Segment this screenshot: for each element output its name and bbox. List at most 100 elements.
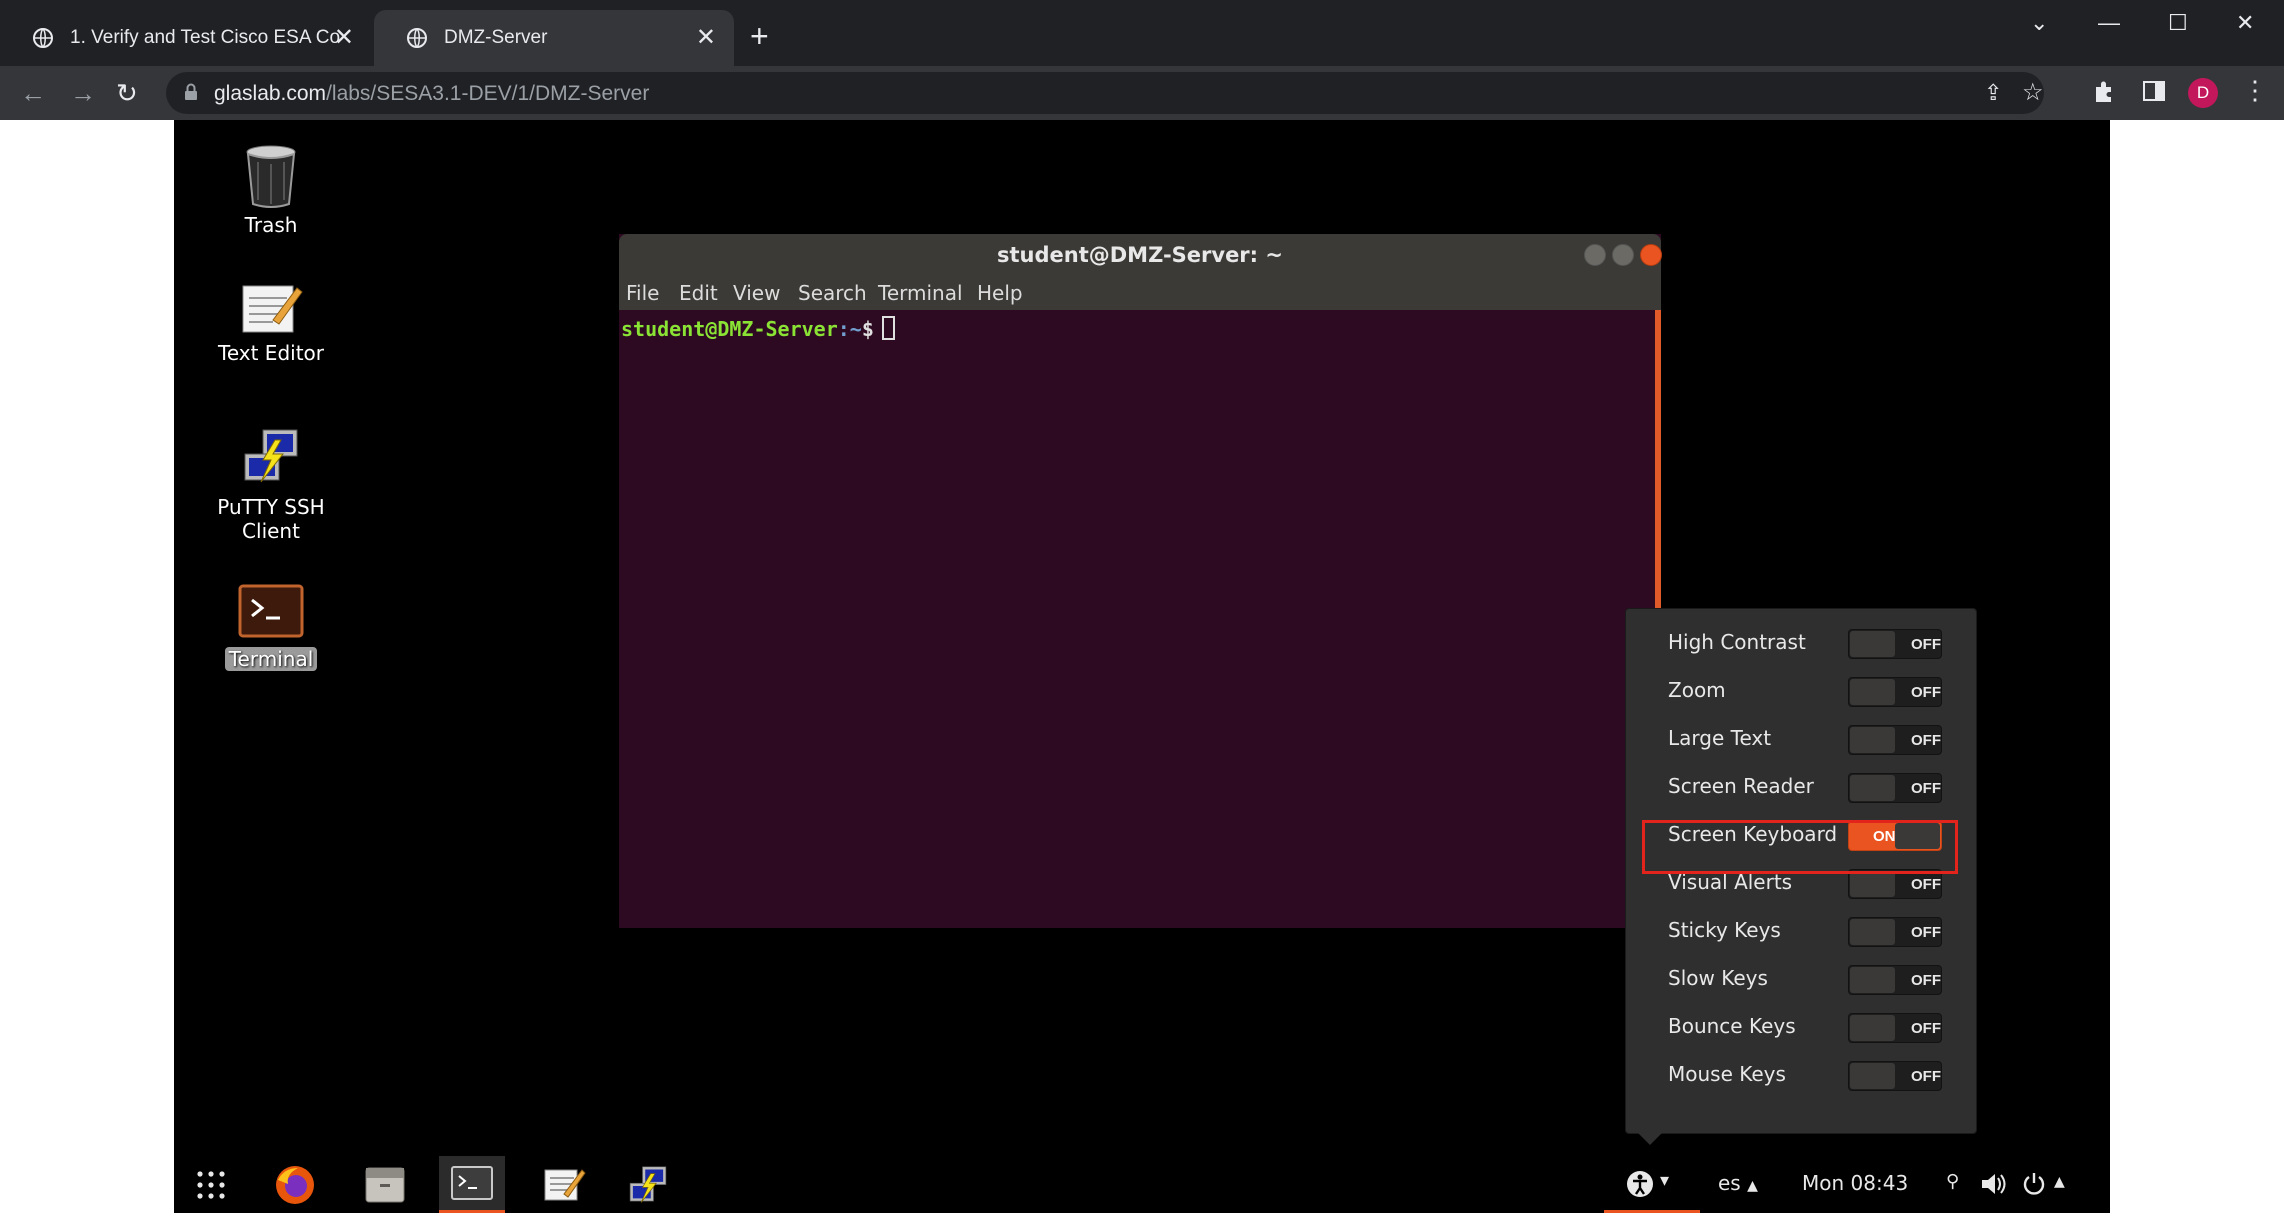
browser-tab-dmz-server[interactable]: DMZ-Server ✕ (374, 10, 734, 66)
address-bar[interactable]: glaslab.com/labs/SESA3.1-DEV/1/DMZ-Serve… (166, 72, 2044, 114)
menu-terminal[interactable]: Terminal (878, 281, 963, 305)
desktop-icon-label: PuTTY SSH (217, 495, 325, 519)
a11y-item-label: Bounce Keys (1668, 1014, 1796, 1038)
power-icon[interactable] (2022, 1172, 2046, 1196)
close-tab-icon[interactable]: ✕ (334, 26, 354, 50)
accessibility-icon (1627, 1171, 1653, 1197)
toggle-switch[interactable]: OFF (1848, 965, 1942, 995)
close-tab-icon[interactable]: ✕ (696, 26, 716, 50)
share-icon[interactable]: ⇪ (1984, 80, 2002, 106)
url-path: /labs/SESA3.1-DEV/1/DMZ-Server (326, 82, 650, 105)
toggle-switch[interactable]: OFF (1848, 677, 1942, 707)
desktop-icon-trash[interactable]: Trash (196, 144, 346, 237)
a11y-item-high-contrast[interactable]: High Contrast OFF (1626, 619, 1978, 667)
extensions-icon[interactable] (2092, 79, 2116, 105)
highlight-box (1642, 820, 1958, 874)
terminal-body[interactable]: student@DMZ-Server:~$ (619, 310, 1661, 928)
network-status-icon[interactable]: ⚲ (1946, 1171, 1959, 1192)
forward-icon[interactable]: → (70, 78, 96, 108)
toggle-switch[interactable]: OFF (1848, 917, 1942, 947)
browser-toolbar: ← → ↻ glaslab.com/labs/SESA3.1-DEV/1/DMZ… (0, 66, 2284, 120)
toggle-switch[interactable]: OFF (1848, 1013, 1942, 1043)
lock-icon (185, 83, 197, 100)
trash-icon (246, 145, 296, 208)
browser-tab-esa[interactable]: 1. Verify and Test Cisco ESA Config ✕ (0, 10, 372, 66)
back-icon[interactable]: ← (20, 78, 46, 108)
clock[interactable]: Mon 08:43 (1802, 1171, 1908, 1195)
a11y-item-label: High Contrast (1668, 630, 1806, 654)
side-panel-icon[interactable] (2142, 79, 2166, 103)
bookmark-star-icon[interactable]: ☆ (2022, 78, 2044, 107)
a11y-item-sticky-keys[interactable]: Sticky Keys OFF (1626, 907, 1978, 955)
a11y-item-bounce-keys[interactable]: Bounce Keys OFF (1626, 1003, 1978, 1051)
a11y-item-label: Zoom (1668, 678, 1726, 702)
browser-tab-bar: 1. Verify and Test Cisco ESA Config ✕ DM… (0, 0, 2284, 66)
prompt-user: student@DMZ-Server (621, 317, 838, 341)
desktop-icon-label: Client (242, 519, 300, 543)
maximize-icon[interactable] (1612, 244, 1634, 266)
firefox-icon[interactable] (274, 1164, 316, 1206)
tab-title: 1. Verify and Test Cisco ESA Config (70, 27, 340, 48)
terminal-window[interactable]: student@DMZ-Server: ~ File Edit View Sea… (619, 234, 1662, 928)
keyboard-layout-indicator[interactable]: es ▲ (1718, 1171, 1758, 1195)
files-icon[interactable] (364, 1164, 406, 1204)
desktop-icon-label: Terminal (224, 647, 318, 671)
terminal-icon (238, 584, 304, 638)
toggle-switch[interactable]: OFF (1848, 629, 1942, 659)
toggle-switch[interactable]: OFF (1848, 773, 1942, 803)
prompt-symbol: $ (861, 317, 874, 341)
desktop-icon-terminal[interactable]: Terminal (196, 584, 346, 671)
globe-icon (407, 28, 427, 48)
menu-help[interactable]: Help (977, 281, 1023, 305)
desktop-icon-text-editor[interactable]: Text Editor (196, 280, 346, 365)
terminal-icon (451, 1166, 493, 1200)
a11y-item-slow-keys[interactable]: Slow Keys OFF (1626, 955, 1978, 1003)
taskbar-active-app[interactable] (439, 1156, 505, 1213)
tab-search-icon[interactable]: ⌄ (2030, 10, 2048, 36)
menu-search[interactable]: Search (798, 281, 867, 305)
chevron-up-icon[interactable]: ▲ (2054, 1174, 2065, 1190)
a11y-item-label: Sticky Keys (1668, 918, 1781, 942)
popup-arrow (1638, 1133, 1662, 1145)
terminal-prompt: student@DMZ-Server:~$ (621, 316, 895, 341)
close-icon[interactable] (1640, 244, 1662, 266)
terminal-title: student@DMZ-Server: ~ (997, 243, 1283, 267)
avatar[interactable]: D (2188, 78, 2218, 108)
minimize-icon[interactable]: — (2098, 10, 2120, 36)
prompt-path: :~ (837, 317, 862, 341)
minimize-icon[interactable] (1584, 244, 1606, 266)
accessibility-menu-button[interactable]: ▾ (1604, 1156, 1700, 1213)
desktop-icon-putty[interactable]: PuTTY SSH Client (196, 426, 346, 543)
globe-icon (33, 28, 53, 48)
terminal-menubar: File Edit View Search Terminal Help (619, 276, 1661, 310)
a11y-item-screen-reader[interactable]: Screen Reader OFF (1626, 763, 1978, 811)
text-cursor (881, 316, 895, 340)
a11y-item-zoom[interactable]: Zoom OFF (1626, 667, 1978, 715)
kebab-menu-icon[interactable]: ⋮ (2242, 75, 2268, 106)
a11y-item-large-text[interactable]: Large Text OFF (1626, 715, 1978, 763)
app-grid-icon[interactable] (196, 1170, 226, 1200)
menu-file[interactable]: File (626, 281, 659, 305)
new-tab-icon[interactable]: + (750, 20, 769, 52)
maximize-icon[interactable]: ☐ (2168, 10, 2188, 36)
menu-view[interactable]: View (733, 281, 780, 305)
volume-icon[interactable] (1980, 1172, 2006, 1196)
language-label: es (1718, 1171, 1741, 1195)
chevron-down-icon: ▾ (1660, 1170, 1670, 1190)
a11y-item-label: Large Text (1668, 726, 1772, 750)
putty-icon[interactable] (626, 1164, 670, 1208)
desktop-icon-label: Trash (244, 213, 298, 237)
tab-title: DMZ-Server (444, 27, 548, 48)
toggle-switch[interactable]: OFF (1848, 725, 1942, 755)
close-window-icon[interactable]: ✕ (2236, 10, 2254, 36)
toggle-switch[interactable]: OFF (1848, 1061, 1942, 1091)
reload-icon[interactable]: ↻ (116, 78, 138, 108)
a11y-item-label: Mouse Keys (1668, 1062, 1786, 1086)
url-host: glaslab.com (214, 82, 327, 105)
taskbar: ▾ es ▲ Mon 08:43 ⚲ ▲ (174, 1156, 2110, 1213)
text-editor-icon[interactable] (542, 1164, 586, 1204)
a11y-item-label: Slow Keys (1668, 966, 1768, 990)
terminal-titlebar[interactable]: student@DMZ-Server: ~ (619, 234, 1662, 276)
menu-edit[interactable]: Edit (679, 281, 718, 305)
a11y-item-mouse-keys[interactable]: Mouse Keys OFF (1626, 1051, 1978, 1099)
